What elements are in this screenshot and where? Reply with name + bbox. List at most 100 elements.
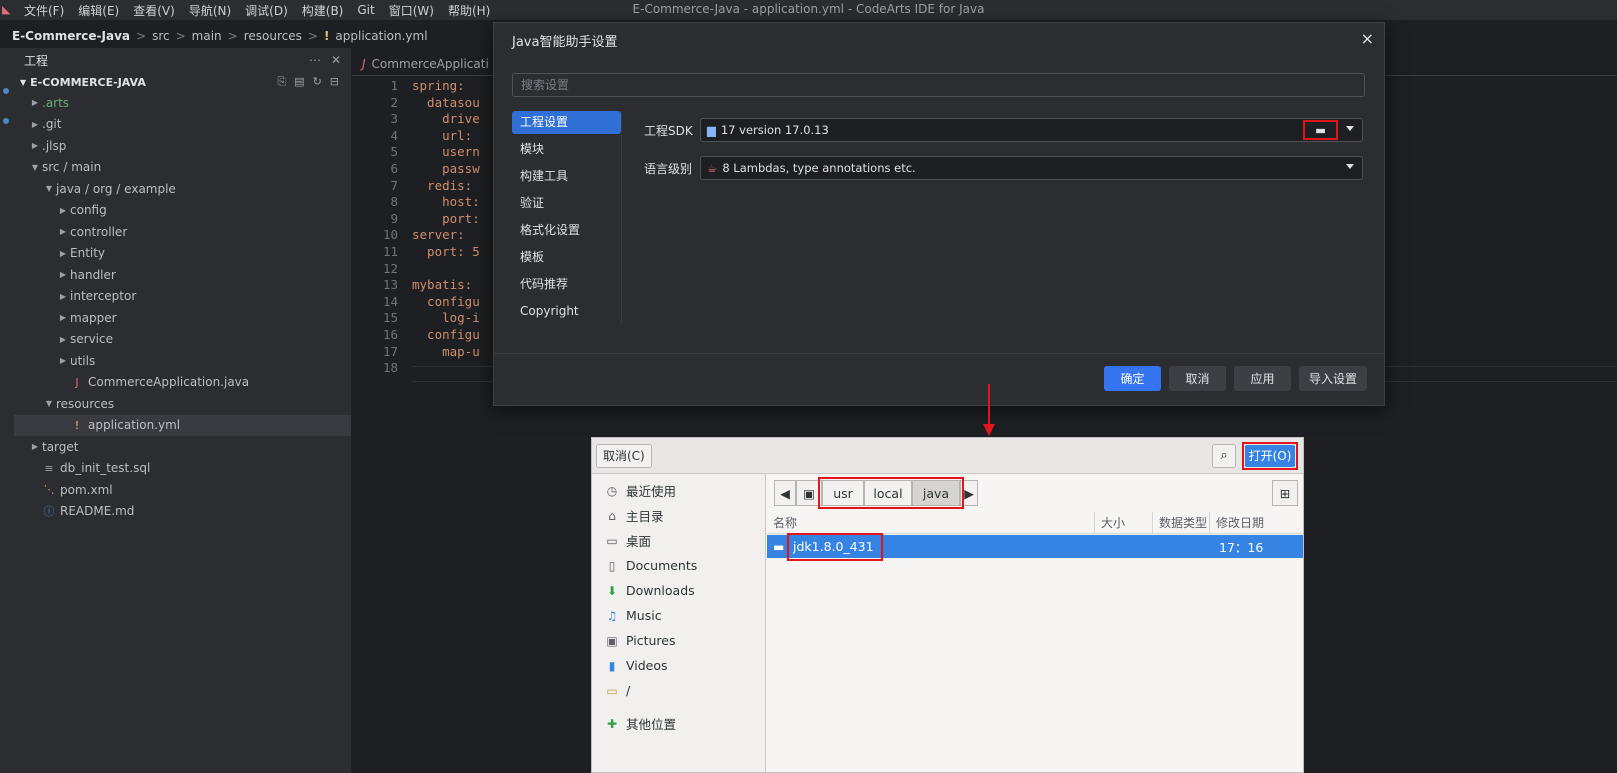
place-item[interactable]: ✚ 其他位置 xyxy=(592,711,765,736)
chevron-right-icon[interactable]: ▶ xyxy=(28,120,42,129)
path-highlight-box xyxy=(818,477,964,509)
col-modified[interactable]: 修改日期 xyxy=(1210,512,1290,534)
breadcrumb-src[interactable]: src xyxy=(152,29,170,43)
chevron-right-icon[interactable]: ▶ xyxy=(56,313,70,322)
nav-project-settings[interactable]: 工程设置 xyxy=(512,111,621,134)
close-icon[interactable]: × xyxy=(1361,29,1374,48)
file-open-button[interactable]: 打开(O) xyxy=(1245,445,1295,467)
file-row[interactable]: ▬ jdk1.8.0_431 17：16 xyxy=(767,533,1303,561)
place-item[interactable]: ⬇ Downloads xyxy=(592,578,765,603)
settings-search-input[interactable]: 搜索设置 xyxy=(512,73,1365,97)
col-type[interactable]: 数据类型 xyxy=(1153,511,1210,534)
chevron-right-icon[interactable]: ▶ xyxy=(56,270,70,279)
search-icon[interactable]: ⌕ xyxy=(1212,444,1236,468)
menu-help[interactable]: 帮助(H) xyxy=(448,2,490,19)
tree-item[interactable]: ▶ .arts xyxy=(14,92,351,114)
sdk-select[interactable]: ▆ 17 version 17.0.13 ▬ xyxy=(700,118,1363,142)
language-level-select[interactable]: ☕ 8 Lambdas, type annotations etc. xyxy=(700,156,1363,180)
tree-item[interactable]: ⓘ README.md xyxy=(14,501,351,523)
new-folder-icon[interactable]: ⊞ xyxy=(1272,480,1298,506)
chevron-right-icon[interactable]: ▶ xyxy=(56,356,70,365)
project-view-icon[interactable] xyxy=(3,88,9,94)
project-root[interactable]: ▼ E-COMMERCE-JAVA ⎘ ▤ ↻ ⊟ xyxy=(14,72,351,92)
place-item[interactable]: ▯ Documents xyxy=(592,553,765,578)
menu-window[interactable]: 窗口(W) xyxy=(389,2,434,19)
chevron-right-icon[interactable]: ▶ xyxy=(28,141,42,150)
chevron-down-icon[interactable]: ▼ xyxy=(42,399,56,408)
menu-edit[interactable]: 编辑(E) xyxy=(78,2,119,19)
file-cancel-button[interactable]: 取消(C) xyxy=(596,444,652,468)
tree-item[interactable]: ! application.yml xyxy=(14,414,351,436)
nav-copyright[interactable]: Copyright xyxy=(512,300,621,327)
import-settings-button[interactable]: 导入设置 xyxy=(1299,366,1367,391)
new-file-icon[interactable]: ⎘ xyxy=(277,75,286,89)
nav-code-recommend[interactable]: 代码推荐 xyxy=(512,273,621,300)
more-icon[interactable]: ⋯ xyxy=(309,53,321,67)
browse-folder-button[interactable]: ▬ xyxy=(1303,120,1338,140)
tree-item[interactable]: ≡ db_init_test.sql xyxy=(14,458,351,480)
apply-button[interactable]: 应用 xyxy=(1234,366,1291,391)
tree-item[interactable]: ▶ utils xyxy=(14,350,351,372)
nav-modules[interactable]: 模块 xyxy=(512,138,621,165)
chevron-right-icon[interactable]: ▶ xyxy=(28,98,42,107)
place-item[interactable]: ⌂ 主目录 xyxy=(592,503,765,528)
tree-item[interactable]: ▶ service xyxy=(14,329,351,351)
place-item[interactable]: ♫ Music xyxy=(592,603,765,628)
place-item[interactable]: ▭ 桌面 xyxy=(592,528,765,553)
breadcrumb-file[interactable]: application.yml xyxy=(335,29,427,43)
breadcrumb-separator: > xyxy=(227,29,238,43)
nav-templates[interactable]: 模板 xyxy=(512,246,621,273)
chevron-right-icon[interactable]: ▶ xyxy=(56,249,70,258)
search-view-icon[interactable] xyxy=(3,118,9,124)
tree-item[interactable]: ▶ config xyxy=(14,200,351,222)
refresh-icon[interactable]: ↻ xyxy=(313,75,322,89)
menu-file[interactable]: 文件(F) xyxy=(24,2,64,19)
menu-git[interactable]: Git xyxy=(357,3,374,17)
place-item[interactable]: ◷ 最近使用 xyxy=(592,478,765,503)
chevron-down-icon[interactable] xyxy=(1346,126,1354,131)
breadcrumb-resources[interactable]: resources xyxy=(244,29,302,43)
tree-item[interactable]: J CommerceApplication.java xyxy=(14,372,351,394)
new-folder-icon[interactable]: ▤ xyxy=(294,75,304,89)
chevron-right-icon[interactable]: ▶ xyxy=(56,292,70,301)
menu-navigate[interactable]: 导航(N) xyxy=(189,2,231,19)
tree-item[interactable]: ▶ Entity xyxy=(14,243,351,265)
chevron-down-icon[interactable]: ▼ xyxy=(42,184,56,193)
chevron-down-icon[interactable]: ▼ xyxy=(28,163,42,172)
chevron-down-icon[interactable] xyxy=(1346,164,1354,169)
menu-debug[interactable]: 调试(D) xyxy=(245,2,288,19)
col-size[interactable]: 大小 xyxy=(1095,511,1153,534)
tree-item[interactable]: ▼ resources xyxy=(14,393,351,415)
tree-item[interactable]: ⋱ pom.xml xyxy=(14,479,351,501)
nav-validation[interactable]: 验证 xyxy=(512,192,621,219)
tree-item[interactable]: ▼ java / org / example xyxy=(14,178,351,200)
tree-item[interactable]: ▶ mapper xyxy=(14,307,351,329)
menu-view[interactable]: 查看(V) xyxy=(133,2,175,19)
place-item[interactable]: ▮ Videos xyxy=(592,653,765,678)
tree-item[interactable]: ▶ target xyxy=(14,436,351,458)
chevron-right-icon[interactable]: ▶ xyxy=(56,227,70,236)
nav-formatting[interactable]: 格式化设置 xyxy=(512,219,621,246)
col-name[interactable]: 名称 xyxy=(767,511,1095,534)
breadcrumb-project[interactable]: E-Commerce-Java xyxy=(12,29,130,43)
place-item[interactable]: ▣ Pictures xyxy=(592,628,765,653)
place-item[interactable]: ▭ / xyxy=(592,678,765,703)
chevron-right-icon[interactable]: ▶ xyxy=(56,335,70,344)
breadcrumb-main[interactable]: main xyxy=(192,29,222,43)
chevron-right-icon[interactable]: ▶ xyxy=(28,442,42,451)
tree-item[interactable]: ▶ handler xyxy=(14,264,351,286)
tree-item[interactable]: ▶ .git xyxy=(14,114,351,136)
ok-button[interactable]: 确定 xyxy=(1104,366,1161,391)
tab-commerce-application[interactable]: J CommerceApplicati xyxy=(362,52,489,76)
cancel-button[interactable]: 取消 xyxy=(1169,366,1226,391)
collapse-icon[interactable]: ⊟ xyxy=(330,75,339,89)
path-back-icon[interactable]: ◀ xyxy=(774,480,796,506)
close-icon[interactable]: ✕ xyxy=(331,53,341,67)
tree-item[interactable]: ▶ .jlsp xyxy=(14,135,351,157)
tree-item[interactable]: ▶ interceptor xyxy=(14,286,351,308)
tree-item[interactable]: ▼ src / main xyxy=(14,157,351,179)
chevron-right-icon[interactable]: ▶ xyxy=(56,206,70,215)
menu-build[interactable]: 构建(B) xyxy=(302,2,344,19)
nav-build-tools[interactable]: 构建工具 xyxy=(512,165,621,192)
tree-item[interactable]: ▶ controller xyxy=(14,221,351,243)
